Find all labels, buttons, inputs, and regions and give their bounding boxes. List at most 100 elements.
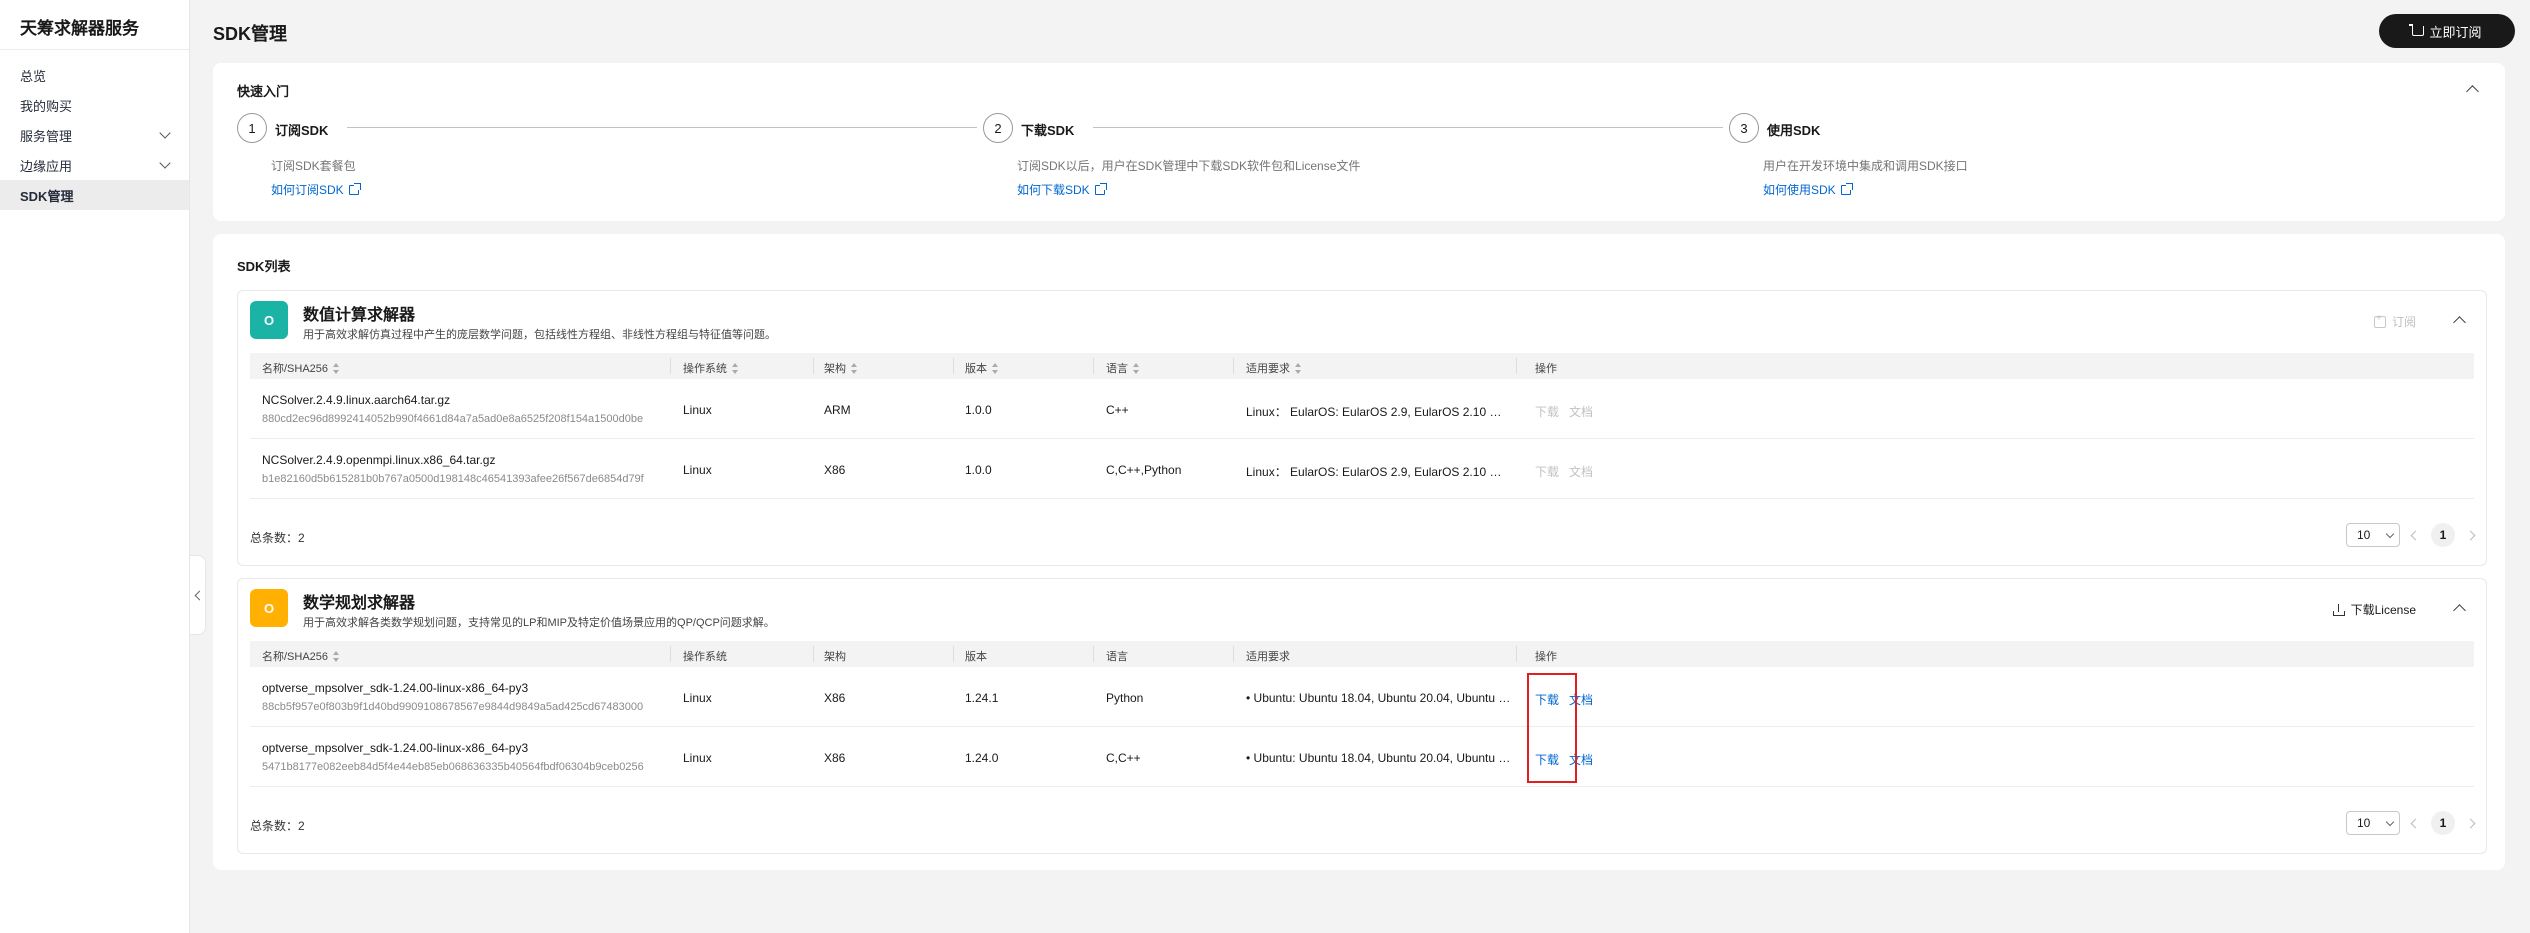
col-label: 语言	[1106, 363, 1128, 375]
col-req[interactable]: 适用要求	[1246, 360, 1302, 376]
sidebar-item-edge-apps[interactable]: 边缘应用	[0, 150, 189, 180]
table-row: NCSolver.2.4.9.openmpi.linux.x86_64.tar.…	[250, 439, 2474, 499]
col-version[interactable]: 版本	[965, 360, 999, 376]
solver-panel-numerical: O 数值计算求解器 用于高效求解仿真过程中产生的庞层数学问题，包括线性方程组、非…	[237, 290, 2487, 566]
sidebar-item-service-management[interactable]: 服务管理	[0, 120, 189, 150]
table-header: 名称/SHA256 操作系统 架构 版本 语言 适用要求 操作	[250, 353, 2474, 379]
col-version: 版本	[965, 648, 987, 664]
step-number: 2	[983, 113, 1013, 143]
sidebar-nav: 总览 我的购买 服务管理 边缘应用 SDK管理	[0, 50, 189, 210]
lang-cell: Python	[1106, 691, 1144, 705]
page-size-select[interactable]: 10	[2346, 811, 2400, 835]
col-divider	[1093, 646, 1094, 662]
next-page-icon[interactable]	[2465, 530, 2476, 540]
download-button[interactable]: 下载	[1535, 403, 1559, 420]
file-name: NCSolver.2.4.9.linux.aarch64.tar.gz	[262, 393, 451, 407]
sidebar-item-label: 我的购买	[20, 98, 73, 114]
version-cell: 1.0.0	[965, 403, 992, 417]
sidebar-item-sdk-management[interactable]: SDK管理	[0, 180, 189, 210]
file-cell: optverse_mpsolver_sdk-1.24.00-linux-x86_…	[262, 741, 644, 773]
how-to-download-link[interactable]: 如何下载SDK	[1017, 181, 1107, 198]
collapse-solver-icon[interactable]	[2453, 316, 2466, 329]
sidebar: 天筹求解器服务 总览 我的购买 服务管理 边缘应用 SDK管理	[0, 0, 190, 933]
col-os[interactable]: 操作系统	[683, 360, 739, 376]
arch-cell: X86	[824, 691, 846, 705]
file-cell: NCSolver.2.4.9.linux.aarch64.tar.gz 880cd…	[262, 393, 643, 425]
col-divider	[1516, 358, 1517, 374]
lang-cell: C++	[1106, 403, 1129, 417]
sort-icon	[333, 650, 340, 662]
page-size-select[interactable]: 10	[2346, 523, 2400, 547]
next-page-icon[interactable]	[2465, 818, 2476, 828]
arch-cell: ARM	[824, 403, 851, 417]
col-label: 操作系统	[683, 651, 727, 663]
chevron-down-icon	[2385, 529, 2395, 538]
col-ops: 操作	[1535, 360, 1557, 376]
sort-icon	[732, 362, 739, 374]
col-label: 适用要求	[1246, 651, 1290, 663]
subscribe-icon	[2373, 313, 2386, 328]
sort-icon	[851, 362, 858, 374]
step-connector	[1093, 127, 1723, 128]
step-desc: 用户在开发环境中集成和调用SDK接口	[1763, 159, 1968, 173]
version-cell: 1.24.1	[965, 691, 999, 705]
file-cell: NCSolver.2.4.9.openmpi.linux.x86_64.tar.…	[262, 453, 644, 485]
app-title: 天筹求解器服务	[0, 0, 189, 50]
solver-name: 数值计算求解器	[303, 307, 416, 324]
download-button[interactable]: 下载	[1535, 463, 1559, 480]
col-label: 名称/SHA256	[262, 363, 329, 375]
sort-icon	[1295, 362, 1302, 374]
req-cell: • Ubuntu: Ubuntu 18.04, Ubuntu 20.04, Ub…	[1246, 691, 1516, 705]
chevron-down-icon	[2385, 817, 2395, 826]
col-label: 操作	[1535, 363, 1557, 375]
sidebar-item-overview[interactable]: 总览	[0, 60, 189, 90]
step-name: 下载SDK	[1021, 123, 1075, 138]
prev-page-icon[interactable]	[2410, 530, 2421, 540]
sidebar-item-my-purchases[interactable]: 我的购买	[0, 90, 189, 120]
solver-desc: 用于高效求解仿真过程中产生的庞层数学问题，包括线性方程组、非线性方程组与特征值等…	[303, 329, 776, 341]
step-desc: 订阅SDK套餐包	[271, 159, 356, 173]
cart-icon	[2409, 24, 2425, 36]
subscribe-button[interactable]: 订阅	[2373, 313, 2416, 330]
os-cell: Linux	[683, 751, 712, 765]
sidebar-item-label: 总览	[20, 68, 47, 84]
how-to-use-link[interactable]: 如何使用SDK	[1763, 181, 1853, 198]
collapse-solver-icon[interactable]	[2453, 604, 2466, 617]
total-count: 总条数：2	[250, 531, 305, 545]
subscribe-now-button[interactable]: 立即订阅	[2379, 14, 2515, 48]
current-page[interactable]: 1	[2431, 523, 2455, 547]
col-label: 架构	[824, 651, 846, 663]
prev-page-icon[interactable]	[2410, 818, 2421, 828]
col-lang[interactable]: 语言	[1106, 360, 1140, 376]
sha256: 5471b8177e082eeb84d5f4e44eb85eb068636335…	[262, 761, 644, 773]
link-text: 如何下载SDK	[1017, 183, 1090, 197]
doc-button[interactable]: 文档	[1569, 463, 1593, 480]
action-label: 订阅	[2391, 315, 2416, 329]
col-divider	[953, 646, 954, 662]
collapse-quickstart-icon[interactable]	[2466, 85, 2479, 98]
col-ops: 操作	[1535, 648, 1557, 664]
external-link-icon	[348, 182, 361, 195]
current-page[interactable]: 1	[2431, 811, 2455, 835]
col-label: 名称/SHA256	[262, 651, 329, 663]
step-desc: 订阅SDK以后，用户在SDK管理中下载SDK软件包和License文件	[1017, 159, 1361, 173]
download-icon	[2332, 603, 2345, 616]
col-arch[interactable]: 架构	[824, 360, 858, 376]
col-divider	[1233, 646, 1234, 662]
col-divider	[670, 358, 671, 374]
external-link-icon	[1840, 182, 1853, 195]
col-label: 架构	[824, 363, 846, 375]
doc-button[interactable]: 文档	[1569, 403, 1593, 420]
col-os: 操作系统	[683, 648, 727, 664]
col-name-sha[interactable]: 名称/SHA256	[262, 360, 340, 376]
sha256: 880cd2ec96d8992414052b990f4661d84a7a5ad0…	[262, 413, 644, 425]
arch-cell: X86	[824, 463, 846, 477]
col-divider	[1093, 358, 1094, 374]
how-to-subscribe-link[interactable]: 如何订阅SDK	[271, 181, 361, 198]
download-license-button[interactable]: 下载License	[2332, 601, 2416, 618]
sha256: b1e82160d5b615281b0b767a0500d198148c4654…	[262, 473, 644, 485]
chevron-down-icon	[159, 127, 171, 139]
sdk-list-title: SDK列表	[237, 259, 291, 274]
col-divider	[953, 358, 954, 374]
col-name-sha[interactable]: 名称/SHA256	[262, 648, 340, 664]
